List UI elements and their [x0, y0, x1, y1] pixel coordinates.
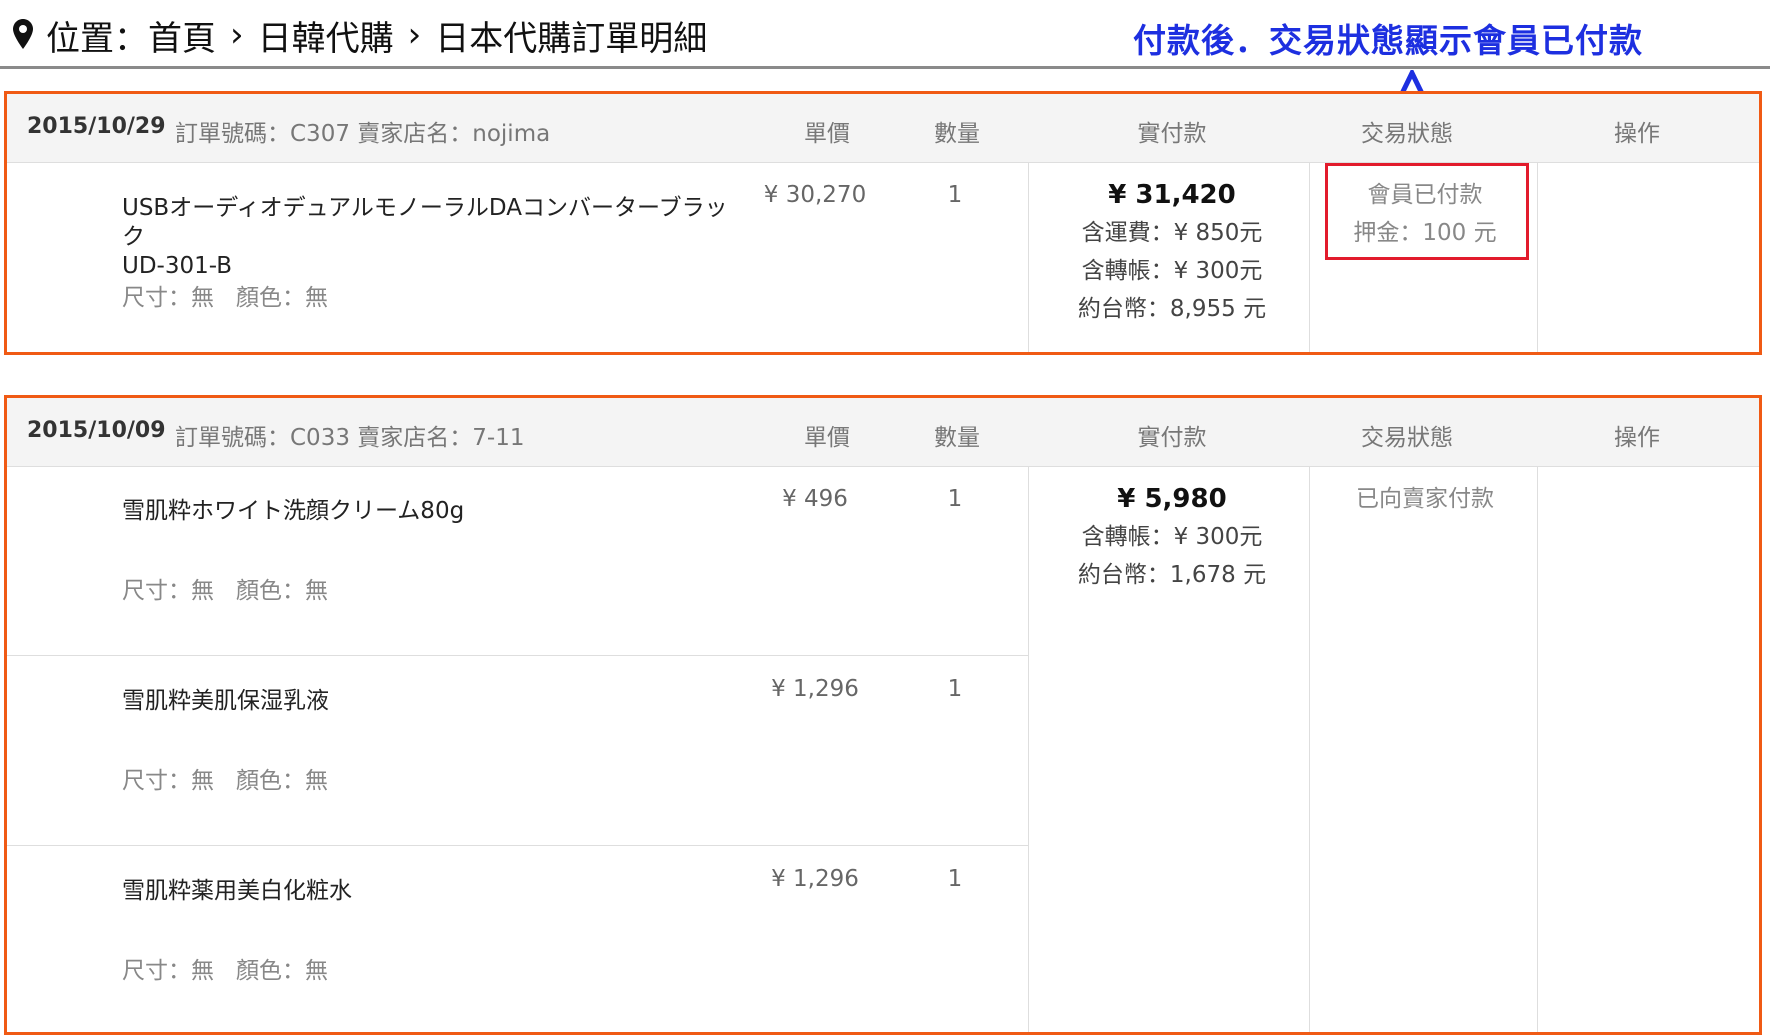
item-spec: 尺寸：無 顏色：無 — [122, 571, 328, 605]
breadcrumb-prefix: 位置： — [46, 18, 148, 59]
item-price: ¥ 496 — [782, 486, 848, 512]
breadcrumb-item-current: 日本代購訂單明細 — [435, 18, 708, 59]
order-info: 訂單號碼：C033 賣家店名：7-11 — [175, 425, 525, 451]
paid-amount: ¥ 31,420 含運費：¥ 850元 含轉帳：¥ 300元 約台幣：8,955… — [1032, 176, 1312, 328]
item-price: ¥ 1,296 — [771, 676, 859, 702]
item-size: 尺寸：無 — [122, 578, 214, 604]
item-name[interactable]: 雪肌粋美肌保湿乳液 — [122, 687, 742, 716]
order-header: 2015/10/29 訂單號碼：C307 賣家店名：nojima 單價 數量 實… — [7, 94, 1759, 163]
column-divider — [1537, 467, 1538, 1032]
item-name-line: UD-301-B — [122, 253, 233, 279]
item-size: 尺寸：無 — [122, 768, 214, 794]
breadcrumb-separator: › — [407, 15, 422, 55]
column-divider — [1028, 467, 1029, 1032]
order-card: 2015/10/09 訂單號碼：C033 賣家店名：7-11 單價 數量 實付款… — [4, 395, 1762, 1035]
paid-shipping: 含運費：¥ 850元 — [1081, 220, 1263, 246]
column-divider — [1028, 163, 1029, 352]
paid-twd: 約台幣：1,678 元 — [1077, 562, 1267, 588]
breadcrumb-item-category[interactable]: 日韓代購 — [258, 11, 394, 60]
status-highlight-box — [1325, 163, 1529, 260]
order-status: 已向賣家付款 — [1315, 480, 1535, 518]
item-name[interactable]: 雪肌粋ホワイト洗顔クリーム80g — [122, 497, 742, 526]
header-paid: 實付款 — [1137, 425, 1207, 451]
header-status: 交易狀態 — [1361, 425, 1453, 451]
column-divider — [1537, 163, 1538, 352]
header-price: 單價 — [804, 425, 850, 451]
item-qty: 1 — [947, 182, 963, 208]
paid-twd: 約台幣：8,955 元 — [1077, 296, 1267, 322]
item-color: 顏色：無 — [236, 285, 328, 311]
breadcrumb-separator: › — [230, 15, 244, 55]
status-text: 已向賣家付款 — [1356, 486, 1494, 512]
item-qty: 1 — [947, 866, 963, 892]
item-size: 尺寸：無 — [122, 285, 214, 311]
row-divider — [7, 845, 1028, 846]
location-pin-icon — [13, 19, 33, 49]
item-qty: 1 — [947, 486, 963, 512]
item-spec: 尺寸：無 顏色：無 — [122, 761, 328, 795]
item-color: 顏色：無 — [236, 958, 328, 984]
order-card: 2015/10/29 訂單號碼：C307 賣家店名：nojima 單價 數量 實… — [4, 91, 1762, 355]
item-spec: 尺寸：無 顏色：無 — [122, 278, 328, 312]
paid-transfer: 含轉帳：¥ 300元 — [1081, 524, 1263, 550]
item-color: 顏色：無 — [236, 578, 328, 604]
item-spec: 尺寸：無 顏色：無 — [122, 951, 328, 985]
order-date: 2015/10/29 — [27, 114, 166, 139]
header-operation: 操作 — [1614, 121, 1660, 147]
header-paid: 實付款 — [1137, 121, 1207, 147]
annotation-text: 付款後．交易狀態顯示會員已付款 — [1133, 21, 1643, 60]
header-qty: 數量 — [934, 121, 980, 147]
item-color: 顏色：無 — [236, 768, 328, 794]
item-price: ¥ 30,270 — [763, 182, 867, 208]
paid-total: ¥ 31,420 — [1108, 180, 1236, 210]
order-date: 2015/10/09 — [27, 418, 166, 443]
item-name-line: USBオーディオデュアルモノーラルDAコンバーターブラック — [122, 195, 728, 250]
item-size: 尺寸：無 — [122, 958, 214, 984]
row-divider — [7, 655, 1028, 656]
item-price: ¥ 1,296 — [771, 866, 859, 892]
paid-total: ¥ 5,980 — [1117, 484, 1227, 514]
item-name[interactable]: 雪肌粋薬用美白化粧水 — [122, 877, 742, 906]
header-qty: 數量 — [934, 425, 980, 451]
breadcrumb-divider — [0, 66, 1770, 69]
item-name[interactable]: USBオーディオデュアルモノーラルDAコンバーターブラック UD-301-B — [122, 194, 742, 281]
paid-amount: ¥ 5,980 含轉帳：¥ 300元 約台幣：1,678 元 — [1032, 480, 1312, 594]
order-header: 2015/10/09 訂單號碼：C033 賣家店名：7-11 單價 數量 實付款… — [7, 398, 1759, 467]
header-price: 單價 — [804, 121, 850, 147]
header-operation: 操作 — [1614, 425, 1660, 451]
item-qty: 1 — [947, 676, 963, 702]
breadcrumb-item-home[interactable]: 首頁 — [148, 11, 216, 60]
paid-transfer: 含轉帳：¥ 300元 — [1081, 258, 1263, 284]
order-info: 訂單號碼：C307 賣家店名：nojima — [175, 121, 551, 147]
header-status: 交易狀態 — [1361, 121, 1453, 147]
